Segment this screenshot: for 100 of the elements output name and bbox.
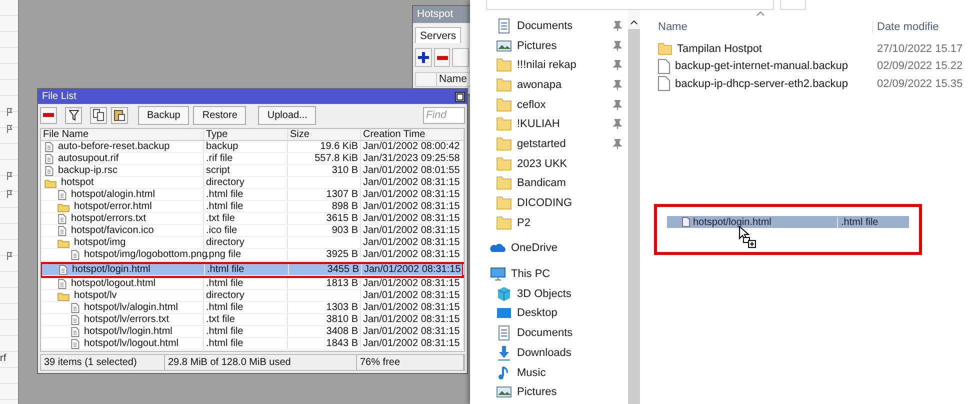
scroll-up-icon[interactable] [630, 19, 638, 25]
file-name[interactable]: backup-get-internet-manual.backup [675, 60, 848, 72]
file-row[interactable]: hotspot/logout.html .html file 1813 B Jan/01/2002 08:31:15 [41, 278, 464, 290]
copy-button[interactable] [90, 106, 107, 124]
find-field[interactable]: Find [423, 106, 465, 124]
file-row[interactable]: hotspot/img/logobottom.png.png file 3925 B Jan/01/2002 08:31:15 [41, 249, 464, 261]
file-type: backup [204, 141, 288, 152]
document-icon [496, 325, 512, 342]
folder-icon [496, 116, 512, 132]
document-icon [496, 18, 512, 34]
window-title: File List [42, 91, 76, 102]
file-name: hotspot/lv/errors.txt [84, 314, 170, 325]
file-icon [70, 302, 80, 312]
file-row[interactable]: hotspot/error.html .html file 898 B Jan/01/2002 08:31:15 [41, 201, 464, 213]
nav-item[interactable]: Documents [470, 16, 628, 36]
folder-icon [496, 136, 512, 152]
file-icon [70, 250, 80, 260]
nav-item[interactable]: 3D Objects [470, 284, 628, 304]
column-header[interactable]: File Name [41, 129, 204, 140]
remove-button[interactable] [434, 48, 450, 67]
nav-item[interactable]: Downloads [470, 343, 628, 363]
remove-button[interactable] [40, 106, 57, 124]
toolbar-button[interactable] [452, 48, 470, 67]
nav-item[interactable]: Music [470, 362, 628, 382]
nav-item[interactable]: !KULIAH [470, 114, 628, 134]
file-row[interactable]: hotspot/img directory Jan/01/2002 08:31:15 [41, 237, 464, 249]
cursor-copy-icon [739, 226, 757, 248]
creation-time: Jan/01/2002 08:31:15 [361, 189, 464, 200]
file-size: 557.8 KiB [314, 153, 358, 164]
folder-icon [496, 76, 512, 93]
creation-time: Jan/01/2002 08:31:15 [361, 237, 464, 248]
paste-button[interactable] [111, 106, 128, 124]
nav-label: P2 [517, 216, 530, 229]
window-title: Hotspot [413, 6, 471, 23]
file-type: .html file [204, 201, 288, 212]
file-type: .html file [204, 189, 288, 200]
column-header[interactable]: Type [204, 129, 288, 140]
file-row[interactable]: hotspot/favicon.ico .ico file 903 B Jan/01/2002 08:31:15 [41, 225, 464, 237]
nav-label: ceflox [517, 98, 546, 111]
file-name[interactable]: backup-ip-dhcp-server-eth2.backup [675, 78, 848, 90]
file-row[interactable]: hotspot/alogin.html .html file 1307 B Jan/01/2002 08:31:15 [41, 189, 464, 201]
file-row[interactable]: hotspot/lv/errors.txt .txt file 3810 B Jan/01/2002 08:31:15 [41, 314, 464, 326]
file-size: 1813 B [326, 278, 358, 289]
file-row[interactable]: hotspot/errors.txt .txt file 3615 B Jan/01/2002 08:31:15 [41, 213, 464, 225]
maximize-icon[interactable] [455, 92, 465, 102]
file-row[interactable]: hotspot directory Jan/01/2002 08:31:15 [41, 177, 464, 189]
tab[interactable]: Servers [415, 27, 462, 43]
file-row[interactable]: backup-ip.rsc script 310 B Jan/01/2002 08:01:55 [41, 165, 464, 177]
file-name: hotspot [61, 177, 94, 188]
nav-item[interactable]: Bandicam [470, 174, 628, 194]
file-size: 1843 B [326, 338, 358, 349]
file-row[interactable]: auto-before-reset.backup backup 19.6 KiB Jan/01/2002 08:00:42 [41, 141, 464, 153]
file-size: 3455 B [327, 264, 359, 275]
nav-item[interactable]: Desktop [470, 304, 628, 324]
nav-label: !KULIAH [517, 118, 560, 130]
nav-label: 3D Objects [517, 288, 572, 300]
flag-icon [7, 190, 13, 198]
filter-button[interactable] [65, 106, 82, 124]
nav-item[interactable]: ceflox [470, 94, 628, 114]
nav-item[interactable]: Pictures [470, 382, 628, 402]
nav-item[interactable]: getstarted [470, 134, 628, 154]
column-header[interactable]: Creation Time [361, 129, 464, 140]
nav-item[interactable]: awonapa [470, 75, 628, 95]
creation-time: Jan/01/2002 08:31:15 [361, 338, 464, 349]
folder-icon [57, 238, 70, 248]
toolbar-button[interactable]: Backup [138, 106, 190, 124]
folder-icon [496, 195, 512, 212]
file-row[interactable]: hotspot/lv directory Jan/01/2002 08:31:15 [41, 290, 464, 302]
file-name: hotspot/lv [74, 290, 117, 301]
creation-time: Jan/01/2002 08:31:15 [361, 326, 464, 337]
nav-item[interactable]: 2023 UKK [470, 154, 628, 174]
file-name[interactable]: Tampilan Hostpot [677, 42, 762, 55]
file-name: hotspot/lv/logout.html [84, 338, 178, 349]
folder-icon [496, 57, 512, 74]
nav-item[interactable]: !!!nilai rekap [470, 55, 628, 76]
nav-item[interactable]: P2 [470, 212, 628, 233]
file-row[interactable]: hotspot/login.html .html file 3455 B Jan/01/2002 08:31:15 [42, 264, 462, 276]
nav-item[interactable]: DICODING [470, 193, 628, 213]
file-name: hotspot/error.html [74, 201, 152, 212]
nav-label: Desktop [517, 307, 558, 320]
column-header[interactable]: Name [658, 21, 688, 33]
add-button[interactable] [415, 48, 432, 67]
column-header[interactable]: Size [288, 129, 361, 140]
nav-item[interactable]: OneDrive [470, 238, 628, 258]
file-icon [57, 226, 67, 236]
file-row[interactable]: hotspot/lv/login.html .html file 3408 B Jan/01/2002 08:31:15 [41, 326, 464, 338]
file-row[interactable]: hotspot/lv/logout.html .html file 1843 B Jan/01/2002 08:31:15 [41, 338, 464, 350]
file-row[interactable]: hotspot/lv/alogin.html .html file 1303 B Jan/01/2002 08:31:15 [41, 302, 464, 314]
toolbar-button[interactable]: Restore [193, 106, 246, 124]
creation-time: Jan/01/2002 08:31:15 [361, 225, 464, 236]
file-row[interactable]: autosupout.rif .rif file 557.8 KiB Jan/31/2023 09:25:58 [41, 153, 464, 165]
toolbar-button[interactable]: Upload... [258, 106, 316, 124]
nav-item[interactable]: This PC [470, 264, 628, 284]
column-header[interactable]: Date modifie [872, 21, 939, 33]
file-size: 3810 B [326, 314, 358, 325]
nav-item[interactable]: Pictures [470, 36, 628, 56]
nav-item[interactable]: Documents [470, 323, 628, 343]
scrollbar[interactable] [628, 29, 640, 404]
file-type: directory [204, 290, 288, 301]
creation-time: Jan/01/2002 08:31:15 [361, 290, 464, 301]
